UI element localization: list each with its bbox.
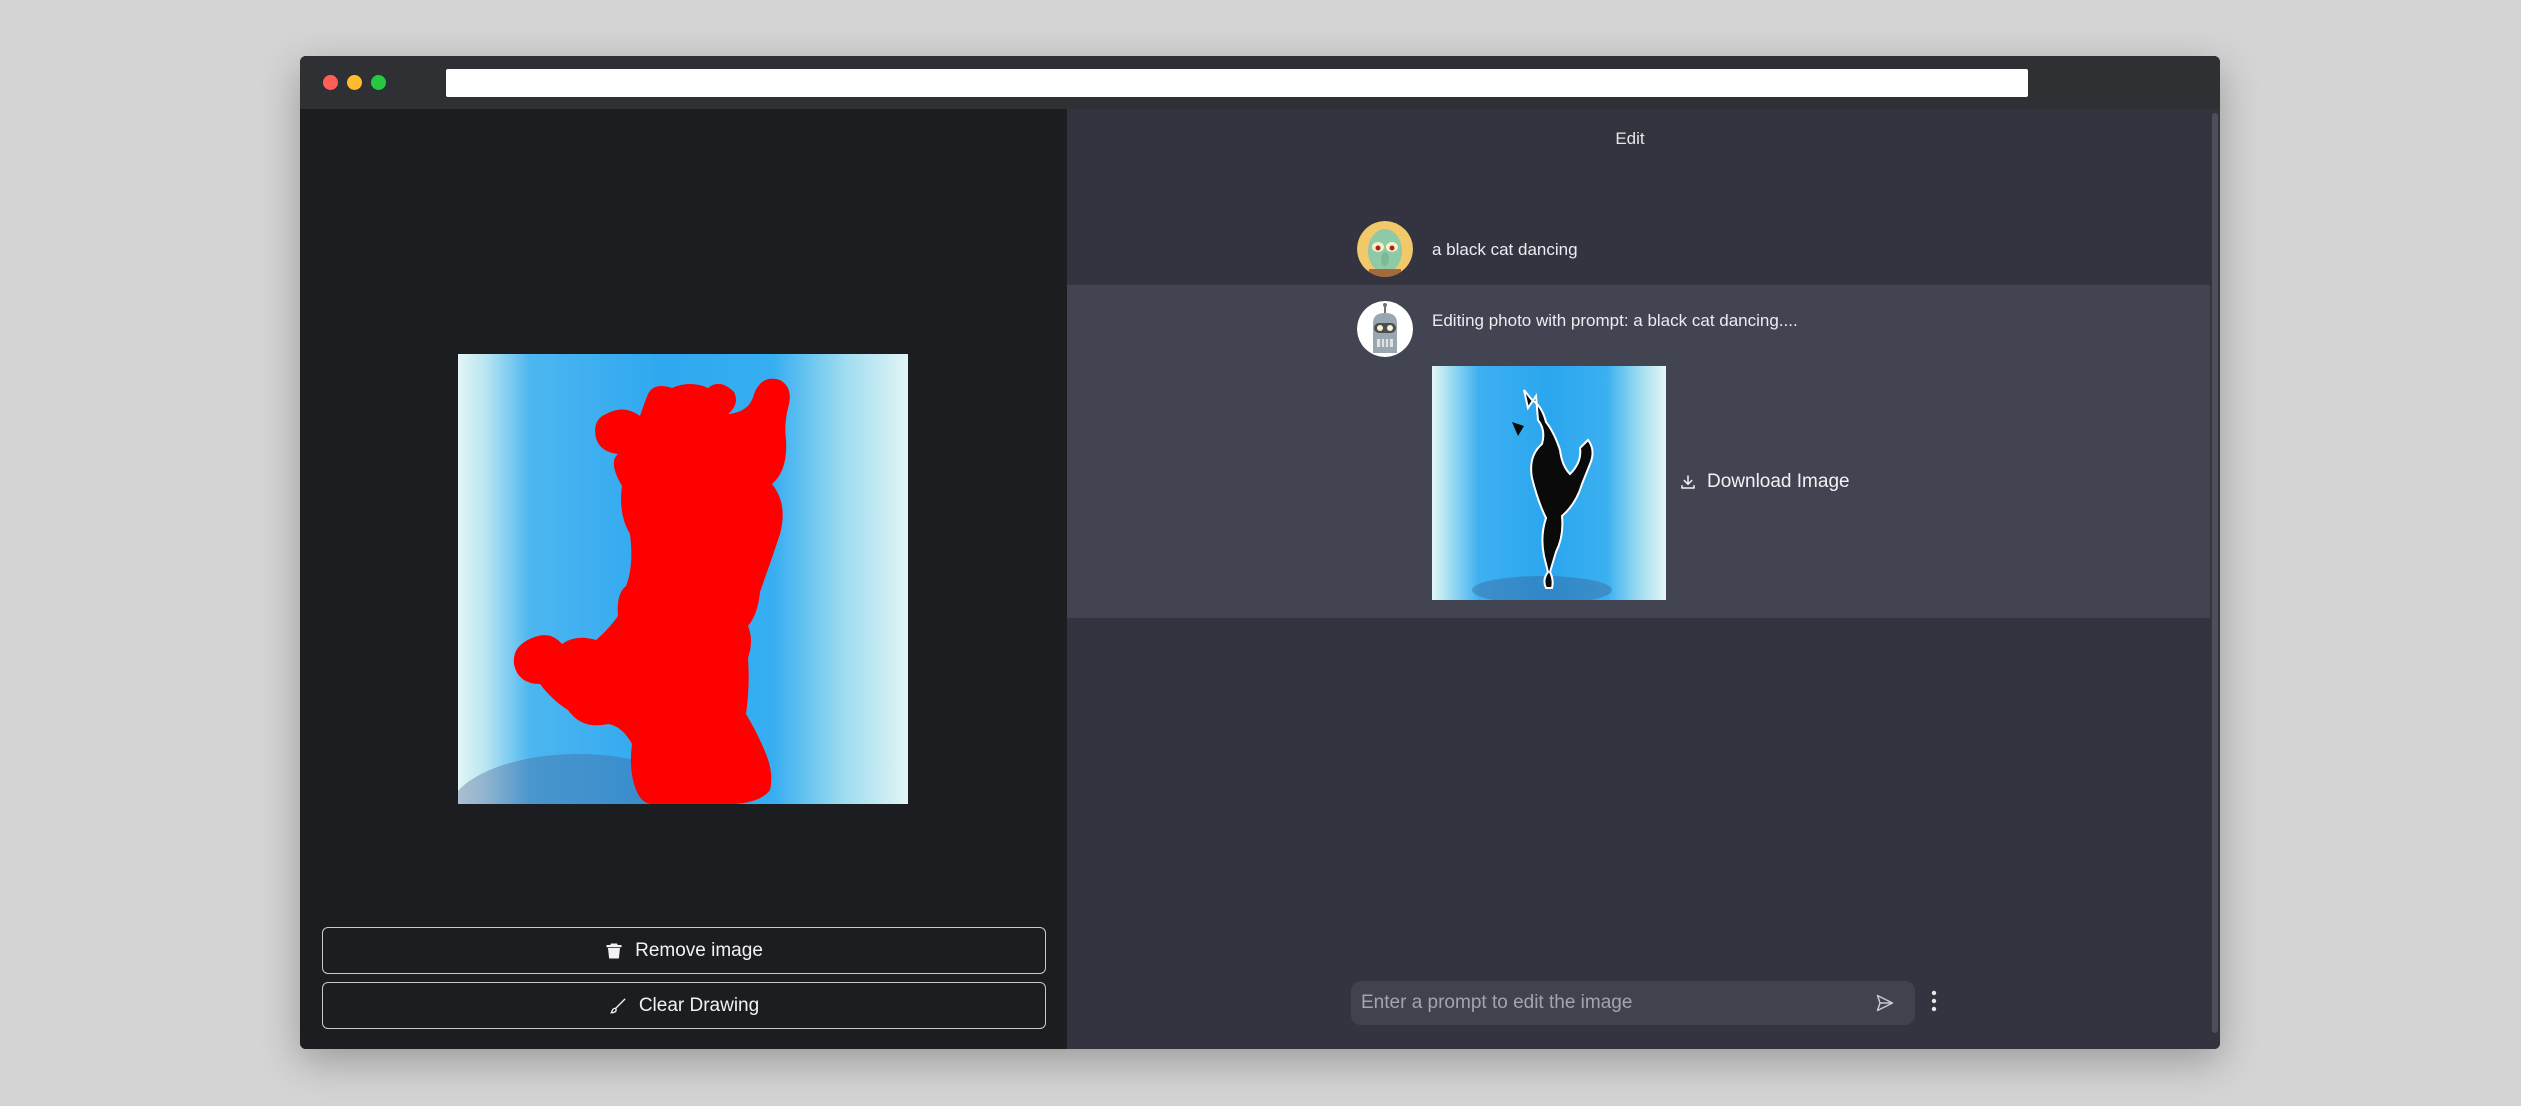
trash-icon bbox=[606, 943, 622, 958]
red-mask-drawing bbox=[458, 378, 790, 804]
remove-image-label: Remove image bbox=[635, 939, 763, 961]
app-window: Remove image Clear Drawing Edit a black … bbox=[300, 56, 2220, 1049]
assistant-avatar bbox=[1357, 301, 1413, 357]
chat-panel: Edit a black cat dancing Editing photo w… bbox=[1067, 109, 2220, 1049]
brush-icon bbox=[609, 998, 626, 1013]
close-window-button[interactable] bbox=[323, 75, 338, 90]
user-message-text: a black cat dancing bbox=[1432, 240, 1578, 259]
more-options-icon[interactable] bbox=[1929, 989, 1939, 1013]
clear-drawing-label: Clear Drawing bbox=[638, 994, 760, 1016]
user-message: a black cat dancing bbox=[1067, 209, 2210, 285]
download-icon bbox=[1681, 475, 1695, 489]
clear-drawing-button[interactable]: Clear Drawing bbox=[322, 982, 1046, 1029]
canvas-panel: Remove image Clear Drawing bbox=[300, 109, 1067, 1049]
address-bar[interactable] bbox=[446, 69, 2028, 97]
remove-image-button[interactable]: Remove image bbox=[322, 927, 1046, 974]
download-image-label: Download Image bbox=[1707, 471, 1850, 492]
squidward-avatar-icon bbox=[1357, 221, 1413, 277]
assistant-message-text: Editing photo with prompt: a black cat d… bbox=[1432, 311, 1798, 330]
chat-title: Edit bbox=[1615, 129, 1645, 148]
robot-avatar-icon bbox=[1357, 301, 1413, 357]
prompt-bar bbox=[1351, 981, 1915, 1025]
chat-scrollbar[interactable] bbox=[2210, 109, 2220, 1049]
result-image bbox=[1432, 366, 1666, 600]
drawing-canvas[interactable] bbox=[458, 354, 908, 804]
user-avatar bbox=[1357, 221, 1413, 277]
dancing-cat-illustration bbox=[1472, 389, 1612, 600]
download-image-button[interactable]: Download Image bbox=[1679, 471, 1850, 493]
prompt-input[interactable] bbox=[1361, 981, 1861, 1025]
maximize-window-button[interactable] bbox=[371, 75, 386, 90]
send-icon[interactable] bbox=[1875, 993, 1895, 1013]
title-bar bbox=[300, 56, 2220, 109]
scrollbar-thumb[interactable] bbox=[2212, 113, 2218, 1033]
minimize-window-button[interactable] bbox=[347, 75, 362, 90]
assistant-message: Editing photo with prompt: a black cat d… bbox=[1067, 285, 2210, 618]
